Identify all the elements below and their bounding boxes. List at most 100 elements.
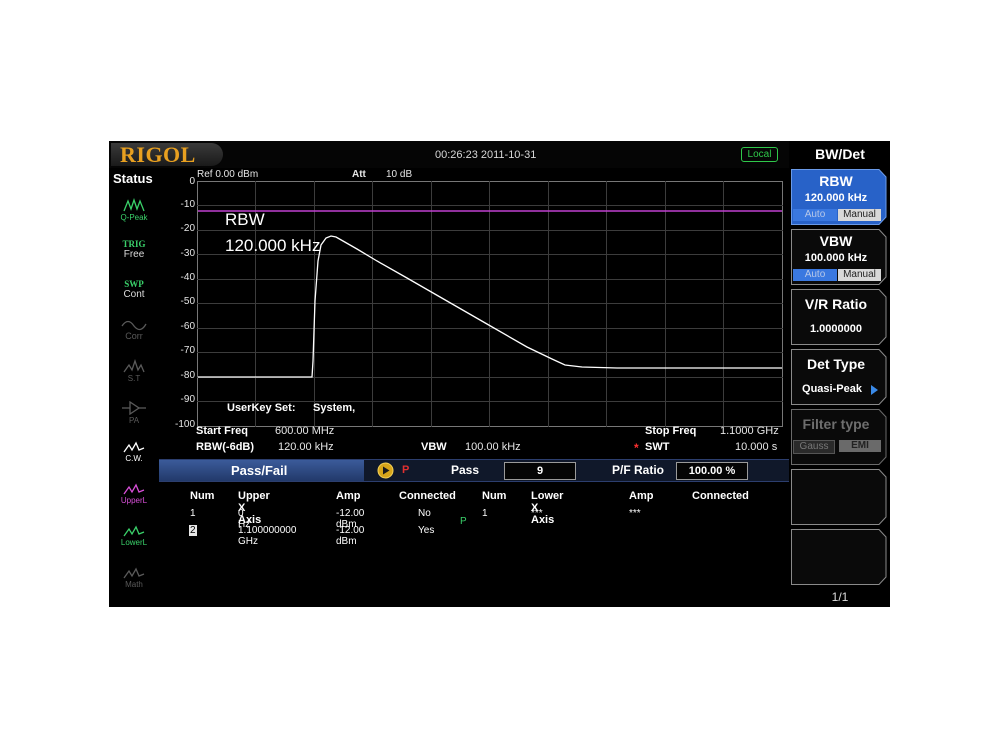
userkey-value: System, bbox=[313, 402, 356, 414]
table-cell: 1.100000000 GHz bbox=[238, 525, 297, 547]
rbw-mode-toggle[interactable]: Auto Manual bbox=[793, 209, 881, 221]
table-cell: Yes bbox=[418, 525, 435, 536]
vbw-manual-option[interactable]: Manual bbox=[838, 269, 881, 281]
vbw-label: VBW bbox=[421, 441, 447, 453]
preamp-icon bbox=[122, 401, 146, 415]
submenu-arrow-icon bbox=[871, 385, 878, 395]
y-tick: -90 bbox=[180, 394, 195, 405]
rbw-value[interactable]: 120.00 kHz bbox=[278, 441, 334, 453]
start-freq-label: Start Freq bbox=[196, 425, 248, 437]
status-title: Status bbox=[113, 171, 153, 186]
logo-box: RIGOL bbox=[111, 142, 223, 167]
run-icon[interactable] bbox=[377, 462, 394, 479]
math-status-label: Math bbox=[125, 580, 143, 589]
gauss-option: Gauss bbox=[793, 440, 835, 454]
stop-freq-label: Stop Freq bbox=[645, 425, 697, 437]
vbw-softkey-value: 100.000 kHz bbox=[804, 252, 868, 264]
filter-type-softkey-title: Filter type bbox=[802, 416, 870, 432]
table-header: Connected bbox=[692, 490, 749, 502]
preamp-status: PA bbox=[111, 401, 157, 426]
userkey-label: UserKey Set: bbox=[227, 402, 296, 414]
att-value: 10 dB bbox=[386, 169, 413, 180]
math-status: Math bbox=[111, 567, 157, 590]
pf-ratio-label: P/F Ratio bbox=[612, 463, 665, 477]
vr-ratio-softkey-title: V/R Ratio bbox=[804, 296, 868, 312]
vr-ratio-softkey[interactable]: V/R Ratio 1.0000000 bbox=[791, 289, 887, 345]
empty-softkey-1[interactable] bbox=[791, 469, 887, 525]
spectrum-graph[interactable] bbox=[197, 181, 783, 427]
vr-ratio-softkey-value: 1.0000000 bbox=[810, 323, 862, 335]
trigger-status-value: Free bbox=[123, 249, 145, 260]
trigger-status: TRIG Free bbox=[111, 239, 157, 260]
det-type-softkey[interactable]: Det Type Quasi-Peak bbox=[791, 349, 887, 405]
det-type-softkey-title: Det Type bbox=[806, 356, 866, 372]
overlay-rbw-value: 120.000 kHz bbox=[225, 236, 321, 255]
rbw-softkey-title: RBW bbox=[819, 173, 853, 189]
rbw-auto-option[interactable]: Auto bbox=[793, 209, 837, 221]
table-header: Num bbox=[190, 490, 215, 502]
table-cell: 1 bbox=[482, 508, 488, 519]
empty-softkey-2[interactable] bbox=[791, 529, 887, 585]
y-tick: -10 bbox=[180, 199, 195, 210]
upper-limit-status: UpperL bbox=[111, 483, 157, 506]
local-badge: Local bbox=[741, 147, 778, 162]
signal-track-status-label: S.T bbox=[127, 374, 141, 383]
vbw-value[interactable]: 100.00 kHz bbox=[465, 441, 521, 453]
filter-type-softkey: Filter type Gauss EMI bbox=[791, 409, 887, 465]
sweep-status-value: Cont bbox=[123, 289, 145, 300]
rbw-manual-option[interactable]: Manual bbox=[838, 209, 881, 221]
math-icon bbox=[123, 567, 145, 579]
emi-option: EMI bbox=[839, 440, 881, 452]
pass-fail-tab[interactable]: Pass/Fail bbox=[159, 460, 364, 481]
vbw-softkey-title: VBW bbox=[819, 233, 853, 249]
start-freq-value[interactable]: 600.00 MHz bbox=[275, 425, 334, 437]
table-header: Num bbox=[482, 490, 507, 502]
y-tick: -20 bbox=[180, 223, 195, 234]
pf-ratio-field: 100.00 % bbox=[676, 462, 748, 480]
sweep-status: SWP Cont bbox=[111, 279, 157, 300]
top-bar: RIGOL 00:26:23 2011-10-31 Local bbox=[109, 141, 789, 168]
table-header: Amp bbox=[629, 490, 654, 502]
menu-page-indicator: 1/1 bbox=[831, 590, 849, 604]
empty-softkey-2-bg bbox=[791, 529, 887, 585]
y-tick: -60 bbox=[180, 321, 195, 332]
table-cell: 1 bbox=[190, 508, 196, 519]
signal-track-status: S.T bbox=[111, 359, 157, 384]
lower-limit-status: LowerL bbox=[111, 525, 157, 548]
analyzer-screen: RIGOL 00:26:23 2011-10-31 Local Status Q… bbox=[109, 141, 890, 607]
upper-limit-status-label: UpperL bbox=[120, 496, 148, 505]
table-cell: -12.00 dBm bbox=[336, 525, 365, 547]
table-cell: No bbox=[418, 508, 431, 519]
pass-fail-bar: Pass/Fail P Pass 9 P/F Ratio 100.00 % bbox=[159, 459, 789, 482]
detector-status: Q-Peak bbox=[111, 198, 157, 223]
swt-label: SWT bbox=[645, 441, 670, 453]
detector-status-label: Q-Peak bbox=[120, 213, 148, 222]
trace-status: C.W. bbox=[111, 441, 157, 464]
y-tick: -70 bbox=[180, 345, 195, 356]
correction-icon bbox=[121, 320, 147, 331]
sweep-status-label: SWP bbox=[124, 279, 144, 289]
vbw-auto-option[interactable]: Auto bbox=[793, 269, 837, 281]
upper-limit-icon bbox=[123, 483, 145, 495]
vbw-softkey[interactable]: VBW 100.000 kHz Auto Manual bbox=[791, 229, 887, 285]
vbw-mode-toggle[interactable]: Auto Manual bbox=[793, 269, 881, 281]
trigger-status-label: TRIG bbox=[122, 239, 146, 249]
pass-fail-title: Pass/Fail bbox=[231, 463, 288, 478]
signal-track-icon bbox=[123, 359, 145, 373]
correction-status: Corr bbox=[111, 319, 157, 342]
stop-freq-value[interactable]: 1.1000 GHz bbox=[720, 425, 779, 437]
overlay-rbw-label: RBW bbox=[225, 210, 265, 229]
table-header: Connected bbox=[399, 490, 456, 502]
y-tick: -40 bbox=[180, 272, 195, 283]
rbw-softkey[interactable]: RBW 120.000 kHz Auto Manual bbox=[791, 169, 887, 225]
table-header: Amp bbox=[336, 490, 361, 502]
pass-label: Pass bbox=[451, 463, 480, 477]
y-tick: -50 bbox=[180, 296, 195, 307]
table-pass-marker: P bbox=[460, 516, 467, 527]
table-cell: *** bbox=[531, 508, 543, 519]
swt-value[interactable]: 10.000 s bbox=[735, 441, 777, 453]
detector-wave-icon bbox=[123, 198, 145, 212]
lower-limit-status-label: LowerL bbox=[120, 538, 148, 547]
correction-status-label: Corr bbox=[125, 331, 143, 341]
trace-status-label: C.W. bbox=[125, 454, 143, 463]
